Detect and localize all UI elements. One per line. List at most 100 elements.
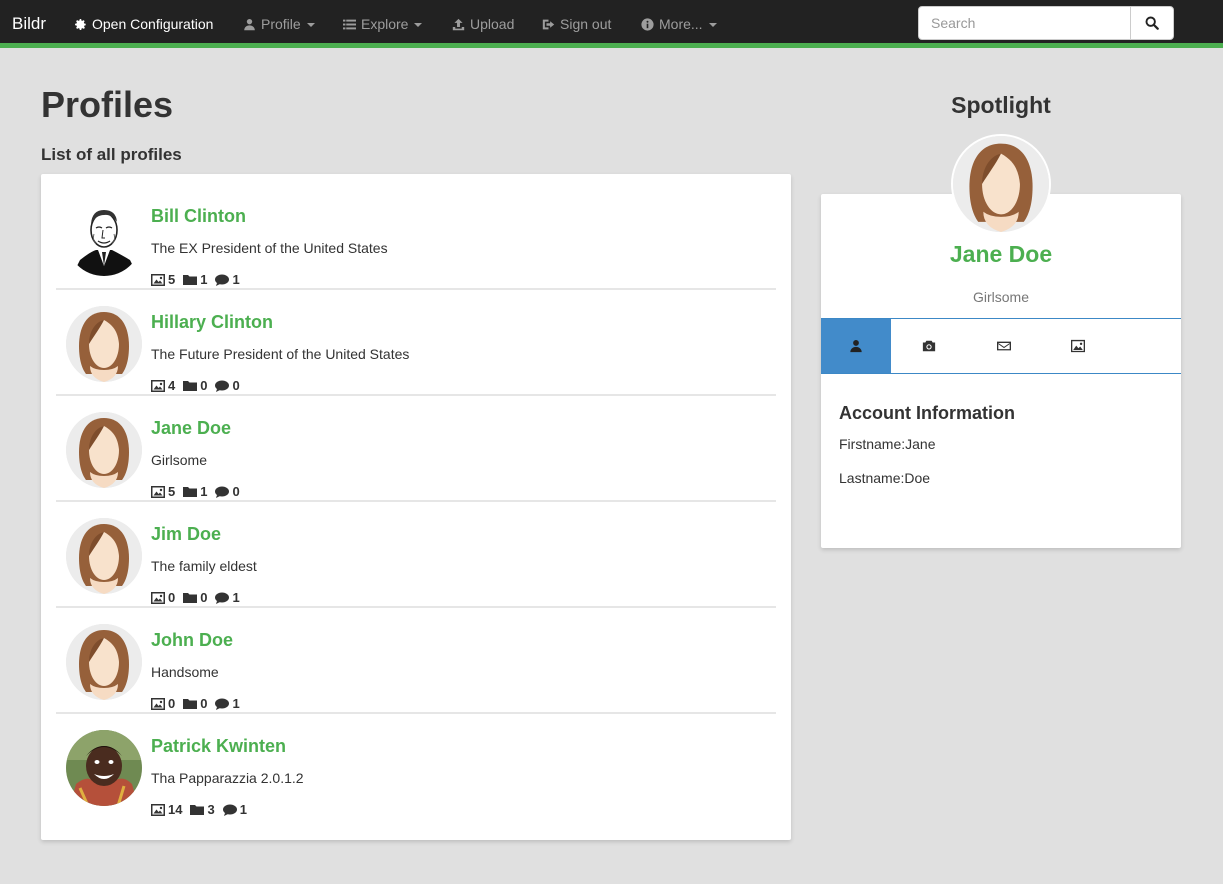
page-title: Profiles [41, 84, 174, 125]
profile-name-link[interactable]: Hillary Clinton [151, 312, 273, 333]
camera-icon [922, 340, 936, 352]
search-button[interactable] [1130, 7, 1173, 39]
list-item: Jim Doe The family eldest 0 0 1 [56, 502, 776, 608]
chevron-down-icon [414, 23, 423, 27]
profile-name-link[interactable]: Patrick Kwinten [151, 736, 286, 757]
default-female-avatar-image [953, 136, 1049, 232]
profile-name-link[interactable]: Jim Doe [151, 524, 221, 545]
gear-icon [75, 18, 86, 30]
folder-icon [183, 698, 198, 709]
list-icon [343, 19, 356, 29]
picture-icon [151, 379, 165, 392]
search-input[interactable] [919, 7, 1130, 39]
top-navbar: Bildr Open Configuration Profile Explore… [0, 0, 1223, 48]
album-count: 1 [200, 484, 208, 499]
spotlight-avatar[interactable] [951, 134, 1051, 234]
info-icon [641, 17, 654, 31]
user-icon [244, 18, 255, 30]
list-item: Jane Doe Girlsome 5 1 0 [56, 396, 776, 502]
envelope-icon [997, 341, 1011, 351]
comment-icon [222, 804, 237, 816]
default-female-avatar-image [66, 412, 142, 488]
lastname-label: Lastname: [839, 470, 905, 486]
comment-icon [215, 698, 230, 710]
picture-icon [151, 803, 165, 816]
list-item: Bill Clinton The EX President of the Uni… [56, 184, 776, 290]
comment-count: 1 [232, 590, 240, 605]
nav-profile-dropdown[interactable]: Profile [243, 16, 315, 32]
spotlight-name-link[interactable]: Jane Doe [821, 241, 1181, 268]
nav-explore-label: Explore [361, 16, 409, 32]
comment-count: 1 [232, 272, 240, 287]
profile-avatar[interactable] [66, 200, 142, 276]
lastname-row: Lastname:Doe [839, 470, 930, 486]
album-count: 3 [207, 802, 215, 817]
search-icon [1145, 16, 1159, 30]
list-item: Patrick Kwinten Tha Papparazzia 2.0.1.2 … [56, 714, 776, 820]
folder-icon [190, 804, 205, 815]
comment-count: 0 [232, 378, 240, 393]
picture-icon [151, 697, 165, 710]
default-female-avatar-image [66, 306, 142, 382]
chevron-down-icon [708, 23, 717, 27]
nav-open-configuration-label: Open Configuration [92, 16, 214, 32]
nav-sign-out[interactable]: Sign out [542, 16, 611, 32]
album-count: 1 [200, 272, 208, 287]
nav-open-configuration[interactable]: Open Configuration [74, 16, 213, 32]
profile-stats: 14 3 1 [151, 802, 247, 817]
profile-stats: 4 0 0 [151, 378, 240, 393]
firstname-label: Firstname: [839, 436, 906, 452]
folder-icon [183, 380, 198, 391]
album-count: 0 [200, 378, 208, 393]
list-item: John Doe Handsome 0 0 1 [56, 608, 776, 714]
search-form [918, 6, 1174, 40]
nav-profile-label: Profile [261, 16, 301, 32]
comment-icon [215, 592, 230, 604]
profile-avatar[interactable] [66, 730, 142, 806]
nav-sign-out-label: Sign out [560, 16, 612, 32]
picture-icon [151, 591, 165, 604]
nav-more-label: More... [659, 16, 703, 32]
comment-count: 0 [232, 484, 240, 499]
chevron-down-icon [306, 23, 315, 27]
sign-out-icon [542, 19, 555, 29]
profile-avatar[interactable] [66, 412, 142, 488]
tab-messages[interactable] [969, 319, 1039, 373]
profile-name-link[interactable]: John Doe [151, 630, 233, 651]
picture-icon [151, 485, 165, 498]
tab-gallery[interactable] [1043, 319, 1113, 373]
comment-icon [215, 380, 230, 392]
account-info-heading: Account Information [839, 403, 1015, 423]
profile-stats: 5 1 1 [151, 272, 240, 287]
lastname-value: Doe [904, 470, 931, 486]
profile-name-link[interactable]: Bill Clinton [151, 206, 246, 227]
folder-icon [183, 486, 198, 497]
profiles-list: Bill Clinton The EX President of the Uni… [41, 174, 791, 840]
firstname-row: Firstname:Jane [839, 436, 935, 452]
profile-stats: 0 0 1 [151, 590, 240, 605]
nav-explore-dropdown[interactable]: Explore [343, 16, 423, 32]
profile-stats: 0 0 1 [151, 696, 240, 711]
user-icon [850, 340, 862, 353]
nav-more-dropdown[interactable]: More... [641, 16, 717, 32]
album-count: 0 [200, 590, 208, 605]
profile-description: The family eldest [151, 558, 257, 574]
sketch-portrait-image [66, 200, 142, 276]
profile-avatar[interactable] [66, 624, 142, 700]
profile-avatar[interactable] [66, 518, 142, 594]
profile-avatar[interactable] [66, 306, 142, 382]
list-item: Hillary Clinton The Future President of … [56, 290, 776, 396]
tab-photos[interactable] [894, 319, 964, 373]
nav-upload[interactable]: Upload [452, 16, 514, 32]
profile-description: Girlsome [151, 452, 208, 468]
image-count: 5 [168, 484, 176, 499]
profile-name-link[interactable]: Jane Doe [151, 418, 231, 439]
spotlight-tabs [821, 318, 1181, 374]
tab-account-info[interactable] [821, 319, 891, 373]
firstname-value: Jane [905, 436, 936, 452]
brand-logo[interactable]: Bildr [12, 14, 46, 34]
image-count: 5 [168, 272, 176, 287]
folder-icon [183, 274, 198, 285]
default-female-avatar-image [66, 518, 142, 594]
spotlight-card: Jane Doe Girlsome Account Information Fi… [821, 194, 1181, 548]
